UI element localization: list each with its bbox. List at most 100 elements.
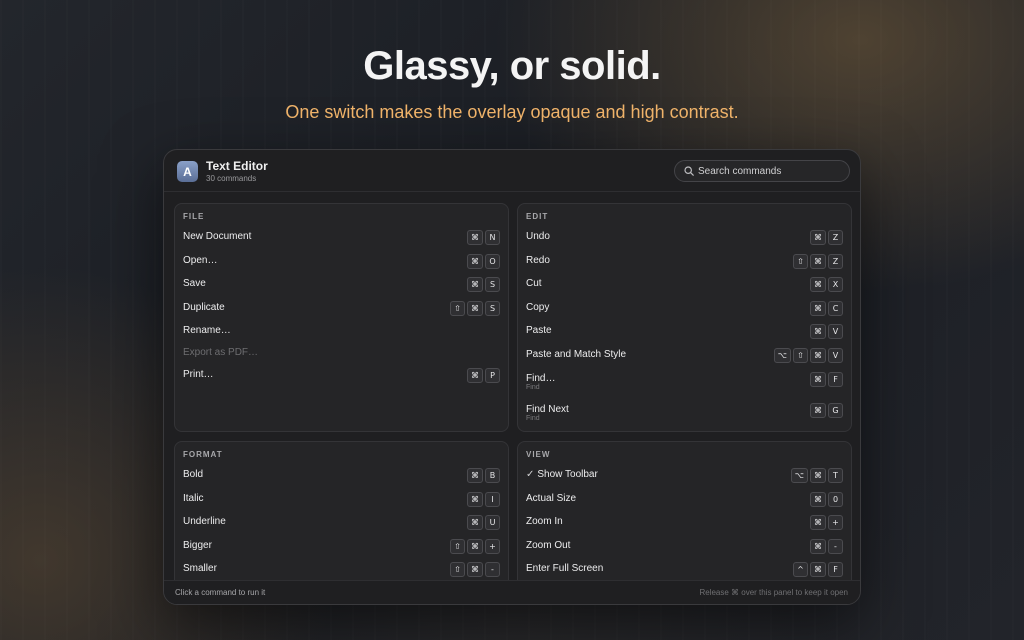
keycap: + [828, 515, 843, 530]
command-row[interactable]: Find Next Find ⌘ G [518, 399, 851, 422]
shortcut-keys: ⌘ - [810, 539, 843, 554]
shortcut-keys: ⌘ U [467, 515, 500, 530]
command-row[interactable]: Find… Find ⌘ F [518, 368, 851, 391]
command-label-text: Find… [526, 373, 556, 384]
keycap: ⌘ [810, 403, 826, 418]
command-label: Italic [183, 493, 204, 504]
keycap: ⌘ [810, 301, 826, 316]
command-label-text: Zoom In [526, 516, 563, 527]
section-title: EDIT [526, 212, 549, 221]
shortcut-keys: ⌥ ⌘ T [790, 468, 843, 483]
command-row[interactable]: Copy ⌘ C [518, 297, 851, 319]
command-label-text: Zoom Out [526, 540, 571, 551]
keycap: F [828, 372, 843, 387]
command-row[interactable]: ✓ Show Toolbar ⌥ ⌘ T [518, 464, 851, 486]
keycap: T [828, 468, 843, 483]
command-row[interactable]: Redo ⇧ ⌘ Z [518, 250, 851, 272]
shortcut-keys: ⌘ O [467, 254, 500, 269]
command-row: Export as PDF… [175, 342, 508, 364]
keycap: ⇧ [793, 254, 808, 269]
command-row[interactable]: Bigger ⇧ ⌘ + [175, 535, 508, 557]
keycap: ⌘ [810, 324, 826, 339]
shortcut-keys: ⇧ ⌘ + [450, 539, 500, 554]
command-label: Duplicate [183, 302, 225, 313]
section-title: FORMAT [183, 450, 223, 459]
command-label-text: Italic [183, 493, 204, 504]
keycap: C [828, 301, 843, 316]
command-row[interactable]: Bold ⌘ B [175, 464, 508, 486]
keycap: Z [828, 230, 843, 245]
keycap: V [828, 324, 843, 339]
command-label: Find… [526, 373, 555, 384]
shortcut-keys: ⌘ S [467, 277, 500, 292]
command-row[interactable]: Italic ⌘ I [175, 488, 508, 510]
command-row[interactable]: Print… ⌘ P [175, 364, 508, 386]
shortcut-keys: ⇧ ⌘ Z [793, 254, 843, 269]
command-label: New Document [183, 231, 251, 242]
command-label: Print… [183, 369, 214, 380]
command-row[interactable]: Rename… [175, 320, 508, 342]
footer-hint-left: Click a command to run it [175, 588, 266, 597]
keycap: O [485, 254, 500, 269]
keycap: U [485, 515, 500, 530]
command-label: Zoom Out [526, 540, 570, 551]
command-row[interactable]: Undo ⌘ Z [518, 226, 851, 248]
keycap: ⌘ [467, 562, 483, 577]
keycap: P [485, 368, 500, 383]
command-count: 30 commands [206, 174, 257, 183]
shortcut-keys: ⌥ ⇧ ⌘ V [773, 348, 843, 363]
keycap: ⌘ [467, 230, 483, 245]
keycap: ⌘ [467, 468, 483, 483]
command-label-text: Show Toolbar [537, 469, 598, 480]
command-row[interactable]: Smaller ⇧ ⌘ - [175, 558, 508, 580]
command-row[interactable]: Paste and Match Style ⌥ ⇧ ⌘ V [518, 344, 851, 366]
command-row[interactable]: Cut ⌘ X [518, 273, 851, 295]
keycap: B [485, 468, 500, 483]
keycap: ⌥ [790, 468, 808, 483]
command-row[interactable]: Paste ⌘ V [518, 320, 851, 342]
command-row[interactable]: Zoom Out ⌘ - [518, 535, 851, 557]
command-row[interactable]: New Document ⌘ N [175, 226, 508, 248]
keycap: G [828, 403, 843, 418]
command-row[interactable]: Open… ⌘ O [175, 250, 508, 272]
command-label-text: Cut [526, 278, 542, 289]
shortcut-keys: ⌘ B [467, 468, 500, 483]
command-label: Actual Size [526, 493, 576, 504]
footer-hint-right: Release ⌘ over this panel to keep it ope… [699, 588, 848, 597]
section-file: FILE New Document ⌘ N Open… ⌘ O Save ⌘ S Duplicat… [174, 203, 509, 432]
command-label: Rename… [183, 325, 231, 336]
shortcut-keys: ⌘ P [467, 368, 500, 383]
command-row[interactable]: Zoom In ⌘ + [518, 511, 851, 533]
shortcut-keys: ⌘ G [810, 403, 843, 418]
shortcut-keys: ⌘ F [810, 372, 843, 387]
command-label: Paste [526, 325, 552, 336]
command-row[interactable]: Save ⌘ S [175, 273, 508, 295]
keycap: ^ [793, 562, 808, 577]
search-input[interactable]: Search commands [674, 160, 850, 182]
hero-title: Glassy, or solid. [363, 44, 661, 88]
command-row[interactable]: Enter Full Screen ^ ⌘ F [518, 558, 851, 580]
keycap: ⇧ [450, 539, 465, 554]
command-label-text: Bold [183, 469, 204, 480]
command-label-text: New Document [183, 231, 252, 242]
shortcut-keys: ⌘ X [810, 277, 843, 292]
panel-header: A Text Editor 30 commands Search command… [164, 150, 860, 192]
command-label-text: Rename… [183, 325, 231, 336]
command-row[interactable]: Duplicate ⇧ ⌘ S [175, 297, 508, 319]
keycap: - [485, 562, 500, 577]
command-label: Export as PDF… [183, 347, 258, 358]
keycap: I [485, 492, 500, 507]
keycap: ⌥ [773, 348, 791, 363]
shortcut-keys: ⌘ N [467, 230, 500, 245]
panel-footer: Click a command to run it Release ⌘ over… [164, 580, 860, 604]
keycap: ⌘ [467, 254, 483, 269]
command-label: Find Next [526, 404, 569, 415]
keycap: X [828, 277, 843, 292]
command-label-text: Copy [526, 302, 550, 313]
command-label-text: Save [183, 278, 206, 289]
keycap: F [828, 562, 843, 577]
command-row[interactable]: Underline ⌘ U [175, 511, 508, 533]
command-row[interactable]: Actual Size ⌘ 0 [518, 488, 851, 510]
shortcut-keys: ^ ⌘ F [793, 562, 843, 577]
command-label: Copy [526, 302, 549, 313]
